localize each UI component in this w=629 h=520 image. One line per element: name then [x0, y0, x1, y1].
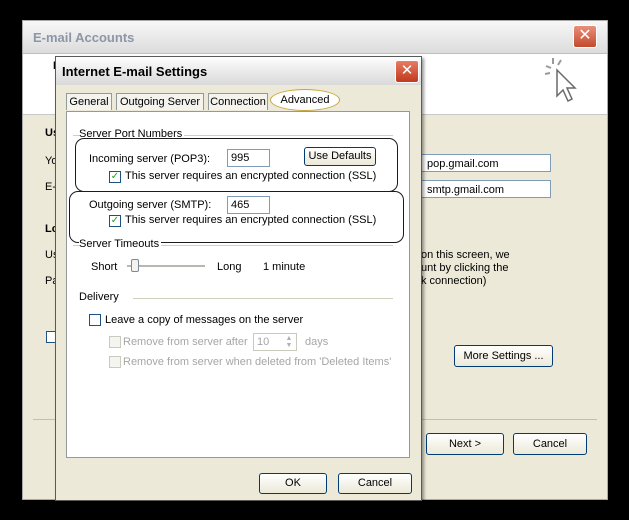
remove-deleted-label: Remove from server when deleted from 'De…	[123, 356, 392, 368]
incoming-ssl-checkbox[interactable]: ✓	[109, 171, 121, 183]
outgoing-ssl-checkbox[interactable]: ✓	[109, 215, 121, 227]
slider-thumb[interactable]	[131, 259, 139, 272]
tab-advanced[interactable]: Advanced	[270, 89, 340, 111]
remove-deleted-checkbox[interactable]	[109, 356, 121, 368]
days-label: days	[305, 336, 329, 348]
outer-window-title: E-mail Accounts	[33, 30, 135, 45]
incoming-ssl-label: This server requires an encrypted connec…	[125, 170, 377, 182]
outer-info-text-line: k connection)	[421, 275, 487, 287]
use-defaults-button[interactable]: Use Defaults	[304, 147, 376, 166]
ok-button[interactable]: OK	[259, 473, 327, 494]
delivery-label: Delivery	[79, 291, 119, 303]
timeout-slider[interactable]	[127, 258, 205, 274]
remove-after-label: Remove from server after	[123, 336, 248, 348]
dialog-title: Internet E-mail Settings	[62, 64, 208, 79]
outer-info-text-line: on this screen, we	[421, 249, 510, 261]
timeout-short-label: Short	[91, 261, 118, 273]
dialog-close-button[interactable]: ✕	[395, 60, 419, 83]
more-settings-button[interactable]: More Settings ...	[454, 345, 553, 367]
outer-title-bar: E-mail Accounts ✕	[23, 21, 607, 54]
group-separator	[133, 298, 393, 299]
server-timeouts-label: Server Timeouts	[79, 238, 162, 250]
spinner-arrows-icon[interactable]: ▲ ▼	[283, 335, 295, 349]
leave-copy-label: Leave a copy of messages on the server	[105, 314, 304, 326]
next-button[interactable]: Next >	[426, 433, 504, 455]
remove-after-checkbox[interactable]	[109, 336, 121, 348]
remove-after-days-value: 10	[257, 336, 270, 348]
timeout-value-label: 1 minute	[263, 261, 306, 273]
tab-general[interactable]: General	[66, 93, 112, 110]
incoming-port-input[interactable]: 995	[227, 149, 270, 167]
timeout-long-label: Long	[217, 261, 242, 273]
outgoing-mail-server-input[interactable]: smtp.gmail.com	[420, 180, 551, 198]
cursor-sparkle-icon	[544, 58, 577, 102]
dialog-cancel-button[interactable]: Cancel	[338, 473, 412, 494]
tab-outgoing-server[interactable]: Outgoing Server	[116, 93, 204, 110]
incoming-server-label: Incoming server (POP3):	[89, 153, 211, 165]
outgoing-server-label: Outgoing server (SMTP):	[89, 199, 212, 211]
outer-info-text-line: unt by clicking the	[421, 262, 509, 274]
incoming-mail-server-input[interactable]: pop.gmail.com	[420, 154, 551, 172]
tab-connection[interactable]: Connection	[208, 93, 268, 110]
dialog-title-bar: Internet E-mail Settings ✕	[56, 57, 421, 85]
remove-after-days-stepper[interactable]: 10 ▲ ▼	[253, 333, 297, 351]
leave-copy-checkbox[interactable]	[89, 314, 101, 326]
advanced-tab-panel: Server Port Numbers Incoming server (POP…	[66, 111, 410, 458]
outer-cancel-button[interactable]: Cancel	[513, 433, 587, 455]
outer-close-button[interactable]: ✕	[573, 25, 597, 48]
internet-email-settings-dialog: Internet E-mail Settings ✕ General Outgo…	[55, 56, 422, 501]
outgoing-ssl-label: This server requires an encrypted connec…	[125, 214, 377, 226]
outgoing-port-input[interactable]: 465	[227, 196, 270, 214]
